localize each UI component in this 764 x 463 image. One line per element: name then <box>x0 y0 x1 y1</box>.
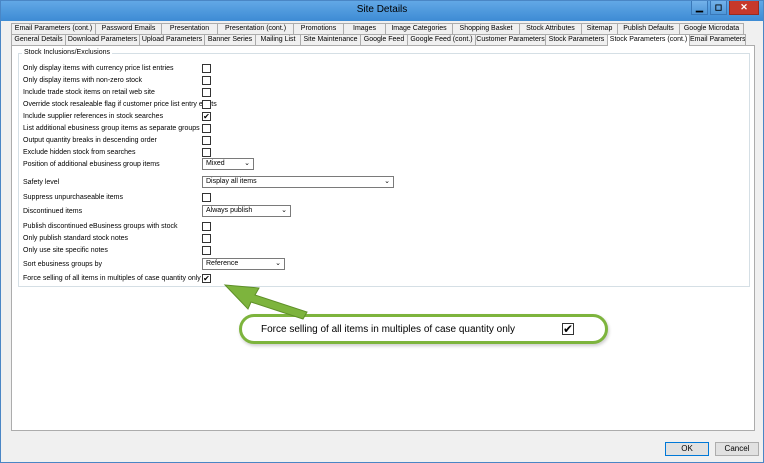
tab-password-emails[interactable]: Password Emails <box>95 23 162 34</box>
group-title: Stock Inclusions/Exclusions <box>22 49 112 56</box>
setting-dropdown[interactable]: Always publish ⌄ <box>202 205 291 217</box>
setting-label: Discontinued items <box>23 208 83 215</box>
tab-stock-parameters[interactable]: Stock Parameters <box>545 34 608 45</box>
dropdown-value: Reference <box>206 260 239 267</box>
setting-label: Output quantity breaks in descending ord… <box>23 137 157 144</box>
tab-presentation[interactable]: Presentation <box>161 23 218 34</box>
tab-download-parameters[interactable]: Download Parameters <box>65 34 140 45</box>
setting-dropdown[interactable]: Display all items ⌄ <box>202 176 394 188</box>
tab-shopping-basket[interactable]: Shopping Basket <box>452 23 520 34</box>
tab-upload-parameters[interactable]: Upload Parameters <box>139 34 205 45</box>
setting-checkbox[interactable] <box>202 246 211 255</box>
tab-promotions[interactable]: Promotions <box>293 23 344 34</box>
dropdown-value: Always publish <box>206 207 253 214</box>
tab-mailing-list[interactable]: Mailing List <box>255 34 301 45</box>
setting-label: Safety level <box>23 179 60 186</box>
tab-stock-attributes[interactable]: Stock Attributes <box>519 23 582 34</box>
tab-general-details[interactable]: General Details <box>11 34 66 45</box>
setting-label: Publish discontinued eBusiness groups wi… <box>23 223 178 230</box>
setting-dropdown[interactable]: Mixed ⌄ <box>202 158 254 170</box>
setting-checkbox[interactable]: ✔ <box>202 274 211 283</box>
setting-label: Position of additional ebusiness group i… <box>23 161 160 168</box>
setting-label: Exclude hidden stock from searches <box>23 149 136 156</box>
close-button[interactable]: ✕ <box>729 1 759 15</box>
setting-checkbox[interactable] <box>202 64 211 73</box>
setting-checkbox[interactable]: ✔ <box>202 112 211 121</box>
setting-label: Force selling of all items in multiples … <box>23 275 201 282</box>
cancel-button[interactable]: Cancel <box>715 442 759 456</box>
tab-email-parameters[interactable]: Email Parameters <box>689 34 746 45</box>
site-details-window: Site Details ▁ ◻ ✕ Email Parameters (con… <box>0 0 764 463</box>
setting-label: Only display items with non-zero stock <box>23 77 143 84</box>
setting-checkbox[interactable] <box>202 76 211 85</box>
chevron-down-icon: ⌄ <box>281 207 287 214</box>
window-controls: ▁ ◻ ✕ <box>691 1 759 15</box>
setting-checkbox[interactable] <box>202 193 211 202</box>
setting-label: Include trade stock items on retail web … <box>23 89 155 96</box>
window-title: Site Details <box>356 4 408 15</box>
tab-sitemap[interactable]: Sitemap <box>581 23 618 34</box>
tab-panel: Stock Inclusions/Exclusions Only display… <box>11 45 755 431</box>
setting-checkbox[interactable] <box>202 88 211 97</box>
tab-row-2: General Details Download Parameters Uplo… <box>11 34 746 46</box>
tab-customer-parameters[interactable]: Customer Parameters <box>475 34 546 45</box>
setting-label: Only publish standard stock notes <box>23 235 129 242</box>
dropdown-value: Mixed <box>206 160 225 167</box>
tab-publish-defaults[interactable]: Publish Defaults <box>617 23 680 34</box>
setting-checkbox[interactable] <box>202 124 211 133</box>
tab-banner-series[interactable]: Banner Series <box>204 34 256 45</box>
tab-stock-parameters-cont[interactable]: Stock Parameters (cont.) <box>607 34 690 46</box>
tab-row-1: Email Parameters (cont.) Password Emails… <box>11 23 744 34</box>
minimize-button[interactable]: ▁ <box>691 1 708 15</box>
setting-label: Include supplier references in stock sea… <box>23 113 164 120</box>
setting-checkbox[interactable] <box>202 148 211 157</box>
setting-label: Suppress unpurchaseable items <box>23 194 124 201</box>
setting-checkbox[interactable] <box>202 234 211 243</box>
setting-label: Override stock resaleable flag if custom… <box>23 101 217 108</box>
setting-dropdown[interactable]: Reference ⌄ <box>202 258 285 270</box>
tab-google-feed-cont[interactable]: Google Feed (cont.) <box>407 34 476 45</box>
stock-inclusions-group: Stock Inclusions/Exclusions Only display… <box>18 49 750 287</box>
chevron-down-icon: ⌄ <box>384 178 390 185</box>
tab-images[interactable]: Images <box>343 23 386 34</box>
maximize-button[interactable]: ◻ <box>710 1 727 15</box>
setting-checkbox[interactable] <box>202 100 211 109</box>
tab-email-parameters-cont[interactable]: Email Parameters (cont.) <box>11 23 96 34</box>
setting-checkbox[interactable] <box>202 136 211 145</box>
tab-google-feed[interactable]: Google Feed <box>360 34 408 45</box>
setting-label: Only display items with currency price l… <box>23 65 174 72</box>
setting-checkbox[interactable] <box>202 222 211 231</box>
setting-label: Only use site specific notes <box>23 247 108 254</box>
chevron-down-icon: ⌄ <box>244 160 250 167</box>
tab-google-microdata[interactable]: Google Microdata <box>679 23 744 34</box>
setting-label: Sort ebusiness groups by <box>23 261 102 268</box>
tab-presentation-cont[interactable]: Presentation (cont.) <box>217 23 294 34</box>
dropdown-value: Display all items <box>206 178 257 185</box>
ok-button[interactable]: OK <box>665 442 709 456</box>
title-bar[interactable]: Site Details ▁ ◻ ✕ <box>1 1 763 21</box>
zoom-callout: Force selling of all items in multiples … <box>239 314 608 344</box>
setting-label: List additional ebusiness group items as… <box>23 125 200 132</box>
callout-checkbox: ✔ <box>562 322 574 336</box>
callout-label: Force selling of all items in multiples … <box>261 324 516 335</box>
chevron-down-icon: ⌄ <box>275 260 281 267</box>
tab-site-maintenance[interactable]: Site Maintenance <box>300 34 361 45</box>
tab-image-categories[interactable]: Image Categories <box>385 23 453 34</box>
